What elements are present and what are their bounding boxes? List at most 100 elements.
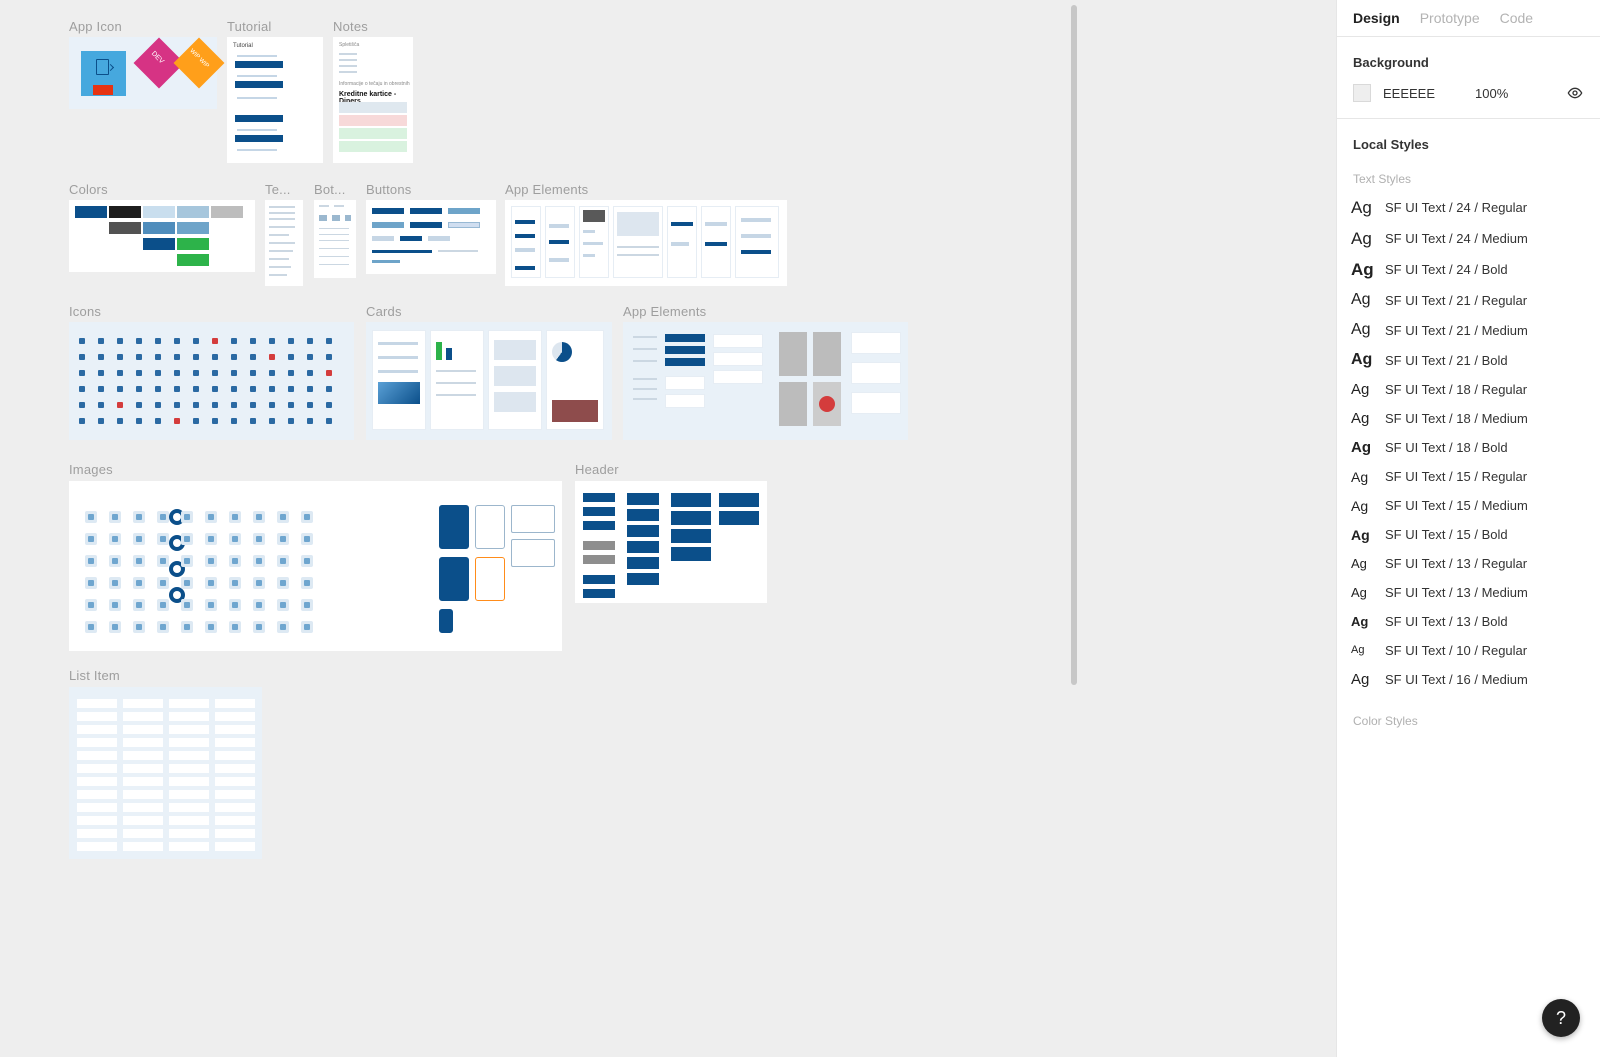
grid-icon (193, 402, 199, 408)
frame-label-tutorial[interactable]: Tutorial (227, 19, 271, 34)
canvas-scrollbar[interactable] (1070, 0, 1078, 1057)
grid-icon (123, 790, 163, 799)
grid-icon (231, 370, 237, 376)
frame-label-te[interactable]: Te... (265, 182, 291, 197)
grid-icon (193, 370, 199, 376)
frame-colors[interactable] (69, 200, 255, 272)
visibility-toggle-icon[interactable] (1566, 84, 1584, 102)
scrollbar-thumb[interactable] (1071, 5, 1077, 685)
grid-icon (77, 738, 117, 747)
help-button[interactable]: ? (1542, 999, 1580, 1037)
block (494, 340, 536, 360)
frame-tutorial[interactable]: Tutorial (227, 37, 323, 163)
phone-dark (439, 609, 453, 633)
hdr (627, 573, 659, 585)
grid-icon (169, 803, 209, 812)
frame-app-elements[interactable] (505, 200, 787, 286)
frame-label-buttons[interactable]: Buttons (366, 182, 412, 197)
grid-icon (109, 511, 121, 523)
background-swatch[interactable] (1353, 84, 1371, 102)
grid-icon (157, 599, 169, 611)
frame-label-list-item[interactable]: List Item (69, 668, 120, 683)
grid-icon (205, 555, 217, 567)
grid-icon (250, 338, 256, 344)
text-style-row[interactable]: AgSF UI Text / 24 / Medium (1341, 223, 1594, 254)
grid-icon (250, 386, 256, 392)
row (339, 102, 407, 113)
text-style-row[interactable]: AgSF UI Text / 18 / Bold (1341, 433, 1594, 462)
text-style-row[interactable]: AgSF UI Text / 10 / Regular (1341, 636, 1594, 665)
grid-icon (193, 354, 199, 360)
text-style-row[interactable]: AgSF UI Text / 24 / Bold (1341, 254, 1594, 285)
grid-icon (155, 402, 161, 408)
grid-icon (253, 621, 265, 633)
frame-label-colors[interactable]: Colors (69, 182, 108, 197)
hdr (583, 575, 615, 584)
text-style-row[interactable]: AgSF UI Text / 13 / Regular (1341, 549, 1594, 578)
grid-icon (174, 402, 180, 408)
color-swatch (109, 222, 141, 234)
frame-label-bot[interactable]: Bot... (314, 182, 346, 197)
background-opacity[interactable]: 100% (1475, 86, 1554, 101)
text-style-row[interactable]: AgSF UI Text / 16 / Medium (1341, 665, 1594, 694)
tab-prototype[interactable]: Prototype (1420, 10, 1480, 26)
frame-label-app-elements-2[interactable]: App Elements (623, 304, 706, 319)
frame-notes[interactable]: Spletišča Informacije o tečaju in obrest… (333, 37, 413, 163)
frame-app-elements-2[interactable] (623, 322, 908, 440)
grid-icon (215, 725, 255, 734)
grid-icon (77, 777, 117, 786)
frame-bot[interactable] (314, 200, 356, 278)
text-style-row[interactable]: AgSF UI Text / 15 / Regular (1341, 462, 1594, 491)
frame-header[interactable] (575, 481, 767, 603)
line (339, 65, 357, 67)
frame-label-app-elements[interactable]: App Elements (505, 182, 588, 197)
grid-icon (215, 699, 255, 708)
chartbar (446, 348, 452, 360)
frame-label-icons[interactable]: Icons (69, 304, 101, 319)
frame-icons[interactable] (69, 322, 354, 440)
bar (665, 358, 705, 366)
tab-design[interactable]: Design (1353, 10, 1400, 26)
frame-te[interactable] (265, 200, 303, 286)
frame-list-item[interactable] (69, 687, 262, 859)
glyph (334, 205, 344, 207)
text-style-row[interactable]: AgSF UI Text / 18 / Regular (1341, 375, 1594, 404)
tab-code[interactable]: Code (1500, 10, 1533, 26)
background-hex[interactable]: EEEEEE (1383, 86, 1463, 101)
text-style-row[interactable]: AgSF UI Text / 13 / Medium (1341, 578, 1594, 607)
frame-label-app-icon[interactable]: App Icon (69, 19, 122, 34)
text-style-row[interactable]: AgSF UI Text / 21 / Bold (1341, 345, 1594, 375)
txt: Informacije o tečaju in obrestnih (339, 81, 410, 87)
phone-dark (439, 557, 469, 601)
grid-icon (253, 577, 265, 589)
text-style-row[interactable]: AgSF UI Text / 18 / Medium (1341, 404, 1594, 433)
text-style-row[interactable]: AgSF UI Text / 13 / Bold (1341, 607, 1594, 636)
grid-icon (133, 621, 145, 633)
canvas[interactable]: App Icon Tutorial Tutorial Notes Spletiš… (0, 0, 1336, 1057)
text-style-row[interactable]: AgSF UI Text / 15 / Medium (1341, 491, 1594, 520)
button-preview (410, 222, 442, 228)
line (339, 59, 357, 61)
frame-images[interactable] (69, 481, 562, 651)
grid-icon (181, 599, 193, 611)
frame-label-header[interactable]: Header (575, 462, 619, 477)
frame-app-icon[interactable] (69, 37, 217, 109)
line (237, 129, 277, 131)
frame-cards[interactable] (366, 322, 612, 440)
text-style-row[interactable]: AgSF UI Text / 21 / Medium (1341, 315, 1594, 345)
text-style-row[interactable]: AgSF UI Text / 21 / Regular (1341, 285, 1594, 315)
frame-label-notes[interactable]: Notes (333, 19, 368, 34)
text-style-name: SF UI Text / 18 / Bold (1385, 440, 1508, 455)
frame-buttons[interactable] (366, 200, 496, 274)
grid-icon (277, 577, 289, 589)
grid-icon (215, 738, 255, 747)
grid-icon (85, 599, 97, 611)
frame-label-cards[interactable]: Cards (366, 304, 402, 319)
grid-icon (215, 712, 255, 721)
text-style-row[interactable]: AgSF UI Text / 24 / Regular (1341, 192, 1594, 223)
text-style-row[interactable]: AgSF UI Text / 15 / Bold (1341, 520, 1594, 549)
phone-light (475, 505, 505, 549)
frame-label-images[interactable]: Images (69, 462, 113, 477)
text-style-sample: Ag (1351, 615, 1375, 628)
glyph (319, 240, 349, 241)
